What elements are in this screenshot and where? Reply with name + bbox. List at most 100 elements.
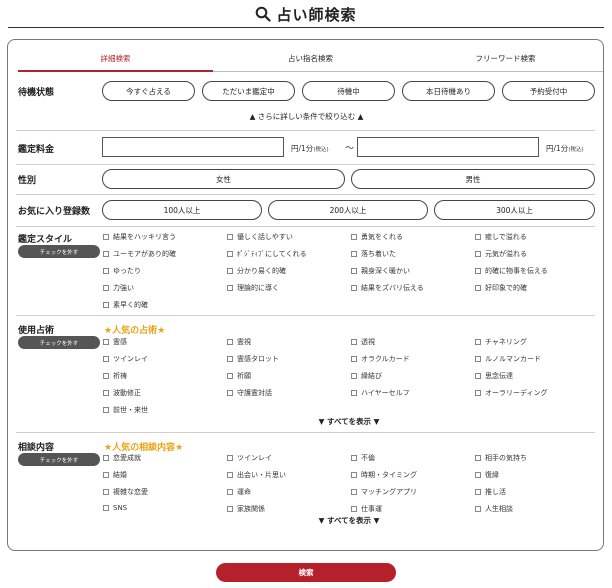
consult-checkbox[interactable]: 結婚 [103,470,127,480]
style-checkbox[interactable]: 力強い [103,283,134,293]
fee-min-input[interactable] [102,137,284,157]
style-checkbox[interactable]: ゆったり [103,266,141,276]
gender-option-male[interactable]: 男性 [351,169,595,189]
style-checkbox[interactable]: 癒しで溢れる [475,232,527,242]
style-clear-button[interactable]: チェックを外す [18,245,100,258]
consult-checkbox[interactable]: 複雑な恋愛 [103,487,148,497]
checkbox-box[interactable] [103,373,109,379]
consult-checkbox[interactable]: 相手の気持ち [475,453,527,463]
checkbox-box[interactable] [475,268,481,274]
checkbox-box[interactable] [227,339,233,345]
checkbox-box[interactable] [475,390,481,396]
checkbox-box[interactable] [475,455,481,461]
checkbox-box[interactable] [351,506,357,512]
consult-clear-button[interactable]: チェックを外す [18,453,100,466]
checkbox-box[interactable] [227,234,233,240]
checkbox-box[interactable] [227,373,233,379]
checkbox-box[interactable] [227,455,233,461]
checkbox-box[interactable] [103,455,109,461]
checkbox-box[interactable] [475,472,481,478]
checkbox-box[interactable] [227,472,233,478]
divination-checkbox[interactable]: 霊視 [227,337,251,347]
divination-checkbox[interactable]: 縁結び [351,371,382,381]
consult-checkbox[interactable]: ツインレイ [227,453,272,463]
style-checkbox[interactable]: 落ち着いた [351,249,396,259]
checkbox-box[interactable] [103,302,109,308]
checkbox-box[interactable] [227,506,233,512]
gender-option-female[interactable]: 女性 [102,169,345,189]
checkbox-box[interactable] [351,489,357,495]
style-checkbox[interactable]: 親身深く暖かい [351,266,410,276]
checkbox-box[interactable] [475,251,481,257]
checkbox-box[interactable] [351,339,357,345]
checkbox-box[interactable] [475,285,481,291]
style-checkbox[interactable]: 素早く的確 [103,300,148,310]
checkbox-box[interactable] [103,268,109,274]
checkbox-box[interactable] [103,356,109,362]
style-checkbox[interactable]: 結果をハッキリ言う [103,232,176,242]
waiting-option-today[interactable]: 本日待機あり [402,81,495,101]
checkbox-box[interactable] [103,234,109,240]
favorites-option-300[interactable]: 300人以上 [434,200,595,220]
divination-checkbox[interactable]: ルノルマンカード [475,354,541,364]
checkbox-box[interactable] [103,251,109,257]
divination-checkbox[interactable]: オラクルカード [351,354,410,364]
waiting-option-now[interactable]: 今すぐ占える [102,81,195,101]
style-checkbox[interactable]: ﾎﾟｼﾞﾃｨﾌﾞにしてくれる [227,249,307,259]
checkbox-box[interactable] [227,268,233,274]
consult-checkbox[interactable]: 仕事運 [351,504,382,514]
checkbox-box[interactable] [475,489,481,495]
divination-checkbox[interactable]: ツインレイ [103,354,148,364]
checkbox-box[interactable] [475,339,481,345]
consult-checkbox[interactable]: マッチングアプリ [351,487,417,497]
checkbox-box[interactable] [351,234,357,240]
checkbox-box[interactable] [103,285,109,291]
divination-checkbox[interactable]: 波動修正 [103,388,141,398]
checkbox-box[interactable] [351,390,357,396]
style-checkbox[interactable]: 勇気をくれる [351,232,403,242]
checkbox-box[interactable] [351,356,357,362]
style-checkbox[interactable]: 的確に物事を伝える [475,266,548,276]
checkbox-box[interactable] [103,489,109,495]
checkbox-box[interactable] [351,373,357,379]
consult-checkbox[interactable]: 推し活 [475,487,506,497]
consult-checkbox[interactable]: 時期・タイミング [351,470,417,480]
checkbox-box[interactable] [475,356,481,362]
divination-checkbox[interactable]: 思念伝達 [475,371,513,381]
consult-checkbox[interactable]: 復縁 [475,470,499,480]
consult-checkbox[interactable]: 人生相談 [475,504,513,514]
divination-checkbox[interactable]: 透視 [351,337,375,347]
consult-checkbox[interactable]: 出会い・片思い [227,470,286,480]
checkbox-box[interactable] [227,356,233,362]
consult-checkbox[interactable]: 運命 [227,487,251,497]
checkbox-box[interactable] [103,339,109,345]
consult-checkbox[interactable]: 不倫 [351,453,375,463]
checkbox-box[interactable] [103,472,109,478]
checkbox-box[interactable] [351,285,357,291]
tab-detailed-search[interactable]: 詳細検索 [18,52,213,72]
consult-checkbox[interactable]: 家族関係 [227,504,265,514]
checkbox-box[interactable] [351,472,357,478]
divination-checkbox[interactable]: 前世・来世 [103,405,148,415]
checkbox-box[interactable] [103,505,109,511]
style-checkbox[interactable]: 分かり易く的確 [227,266,286,276]
checkbox-box[interactable] [475,506,481,512]
consult-show-all[interactable]: ▼ すべてを表示 ▼ [8,515,612,526]
divination-checkbox[interactable]: オーラリーディング [475,388,548,398]
checkbox-box[interactable] [227,285,233,291]
checkbox-box[interactable] [351,455,357,461]
checkbox-box[interactable] [475,234,481,240]
waiting-option-standby[interactable]: 待機中 [302,81,395,101]
style-checkbox[interactable]: 理論的に導く [227,283,279,293]
divination-checkbox[interactable]: チャネリング [475,337,527,347]
checkbox-box[interactable] [227,489,233,495]
style-checkbox[interactable]: 好印象で的確 [475,283,527,293]
checkbox-box[interactable] [103,390,109,396]
consult-checkbox[interactable]: 恋愛成就 [103,453,141,463]
more-filter-toggle[interactable]: ▲ さらに詳しい条件で絞り込む ▲ [8,111,605,122]
divination-checkbox[interactable]: ハイヤーセルフ [351,388,410,398]
divination-checkbox[interactable]: 霊感タロット [227,354,279,364]
divination-clear-button[interactable]: チェックを外す [18,336,100,349]
divination-checkbox[interactable]: 守護霊対話 [227,388,272,398]
style-checkbox[interactable]: 元気が溢れる [475,249,527,259]
